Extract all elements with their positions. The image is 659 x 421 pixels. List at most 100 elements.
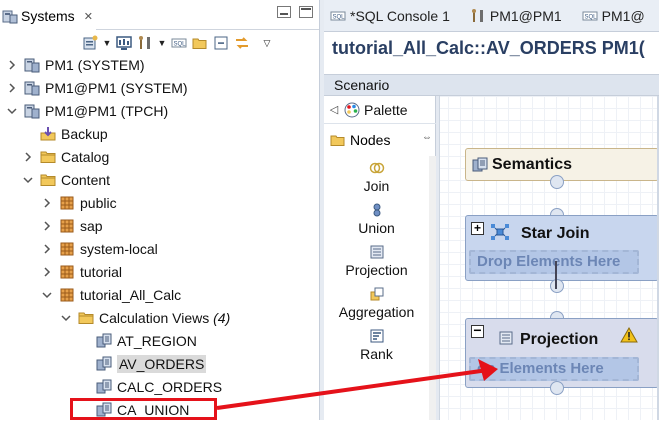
canvas-edge (436, 96, 440, 420)
palette-panel: ◁ Palette Nodes ⇔ Join Union Projection … (324, 96, 436, 420)
close-icon[interactable]: ✕ (84, 10, 93, 23)
node-title: Projection (520, 331, 599, 348)
palette-item-label: Projection (345, 262, 408, 278)
system-icon (24, 57, 40, 73)
collapse-left-icon[interactable]: ◁ (324, 103, 344, 116)
tree-item-tutorial-all-calc[interactable]: tutorial_All_Calc (41, 283, 181, 306)
expand-icon[interactable]: + (471, 222, 484, 235)
folder-open-icon (330, 132, 346, 148)
projection-input-port[interactable] (550, 381, 564, 395)
tree-item-catalog[interactable]: Catalog (22, 145, 109, 168)
node-title: Semantics (492, 156, 573, 173)
view-menu-icon[interactable]: ▽ (263, 35, 271, 51)
palette-item-join[interactable]: Join (324, 160, 429, 194)
semantics-input-port[interactable] (550, 175, 564, 189)
tab-pm1-sql[interactable]: SQL PM1@ (576, 0, 651, 32)
tree-item-calc-orders[interactable]: CALC_ORDERS (96, 375, 222, 398)
chevron-right-icon[interactable] (41, 243, 53, 255)
highlight-box (70, 398, 217, 420)
tree-item-label: PM1@PM1 (TPCH) (45, 102, 169, 119)
package-icon (59, 195, 75, 211)
systems-tab[interactable]: Systems ✕ (0, 2, 96, 30)
collapse-section-icon[interactable]: ⇔ (422, 132, 432, 143)
chevron-down-icon[interactable] (60, 312, 72, 324)
tree-item-pm1-system[interactable]: PM1 (SYSTEM) (6, 53, 145, 76)
sql-icon[interactable]: SQL (171, 35, 187, 51)
tab-label: PM1@PM1 (489, 7, 562, 24)
palette-scrollbar[interactable] (429, 156, 436, 420)
view-icon (96, 333, 112, 349)
drop-elements-area[interactable]: Drop Elements Here (469, 250, 639, 274)
folder-icon (40, 172, 56, 188)
tree-item-label: system-local (80, 240, 158, 257)
chevron-right-icon[interactable] (41, 220, 53, 232)
sql-icon: SQL (330, 8, 346, 24)
scenario-canvas[interactable]: Semantics + Star Join Drop Elements Here… (436, 96, 659, 420)
chevron-down-icon[interactable] (22, 174, 34, 186)
minimize-icon[interactable] (277, 6, 291, 18)
backup-icon (40, 126, 56, 142)
tree-item-backup[interactable]: Backup (40, 122, 108, 145)
chevron-right-icon[interactable] (41, 197, 53, 209)
maximize-icon[interactable] (299, 6, 313, 18)
aggregation-icon (369, 286, 385, 302)
package-icon (59, 241, 75, 257)
systems-view-tabbar: Systems ✕ (0, 0, 319, 30)
palette-header[interactable]: ◁ Palette (324, 96, 436, 124)
tools-icon[interactable] (137, 35, 153, 51)
editor-tabbar: SQL *SQL Console 1 PM1@PM1 SQL PM1@ (324, 0, 659, 32)
scenario-header: Scenario (324, 74, 659, 96)
tree-item-calculation-views[interactable]: Calculation Views (4) (60, 306, 230, 329)
dropdown-caret-icon[interactable]: ▼ (158, 35, 167, 51)
warning-icon[interactable] (620, 326, 638, 346)
tab-sql-console[interactable]: SQL *SQL Console 1 (324, 0, 456, 32)
systems-toolbar: ▼ ▼ SQL ▽ (82, 34, 271, 52)
tree-item-content[interactable]: Content (22, 168, 110, 191)
tree-item-av-orders[interactable]: AV_ORDERS (96, 352, 207, 375)
link-with-editor-icon[interactable] (234, 35, 250, 51)
new-system-icon[interactable] (82, 35, 98, 51)
palette-item-rank[interactable]: Rank (324, 328, 429, 362)
chevron-right-icon[interactable] (41, 266, 53, 278)
palette-item-label: Union (358, 220, 395, 236)
monitor-icon[interactable] (116, 35, 132, 51)
tree-item-public[interactable]: public (41, 191, 117, 214)
tree-item-label: sap (80, 217, 103, 234)
system-icon (24, 80, 40, 96)
systems-tab-label: Systems (21, 8, 75, 24)
chevron-right-icon[interactable] (6, 82, 18, 94)
tree-item-tutorial[interactable]: tutorial (41, 260, 122, 283)
folder-open-icon[interactable] (192, 35, 208, 51)
projection-icon (498, 330, 514, 346)
union-icon (369, 202, 385, 218)
tree-item-label: tutorial (80, 263, 123, 280)
tools-icon (470, 8, 486, 24)
tree-item-label: AT_REGION (117, 332, 197, 349)
join-icon (369, 160, 385, 176)
tree-item-pm1-at-pm1-tpch[interactable]: PM1@PM1 (TPCH) (6, 99, 168, 122)
tree-item-sap[interactable]: sap (41, 214, 103, 237)
tree-item-at-region[interactable]: AT_REGION (96, 329, 197, 352)
star-join-input-port[interactable] (550, 279, 564, 293)
folder-icon (40, 149, 56, 165)
chevron-down-icon[interactable] (41, 289, 53, 301)
tree-item-system-local[interactable]: system-local (41, 237, 158, 260)
palette-item-projection[interactable]: Projection (324, 244, 429, 278)
chevron-down-icon[interactable] (6, 105, 18, 117)
collapse-icon[interactable]: − (471, 323, 484, 338)
projection-node[interactable]: − Projection op Elements Here (465, 318, 659, 388)
collapse-all-icon[interactable] (213, 35, 229, 51)
semantics-node[interactable]: Semantics (465, 148, 659, 181)
drop-elements-area[interactable]: op Elements Here (469, 357, 639, 381)
palette-item-aggregation[interactable]: Aggregation (324, 286, 429, 320)
editor-title: tutorial_All_Calc::AV_ORDERS PM1( (332, 38, 645, 58)
star-join-node[interactable]: + Star Join Drop Elements Here (465, 215, 659, 281)
tree-item-pm1-at-pm1-system[interactable]: PM1@PM1 (SYSTEM) (6, 76, 188, 99)
dropdown-caret-icon[interactable]: ▼ (103, 35, 112, 51)
chevron-right-icon[interactable] (6, 59, 18, 71)
view-icon (96, 379, 112, 395)
nodes-section-header[interactable]: Nodes ⇔ (324, 128, 436, 152)
palette-item-union[interactable]: Union (324, 202, 429, 236)
chevron-right-icon[interactable] (22, 151, 34, 163)
tab-pm1-admin[interactable]: PM1@PM1 (464, 0, 568, 32)
